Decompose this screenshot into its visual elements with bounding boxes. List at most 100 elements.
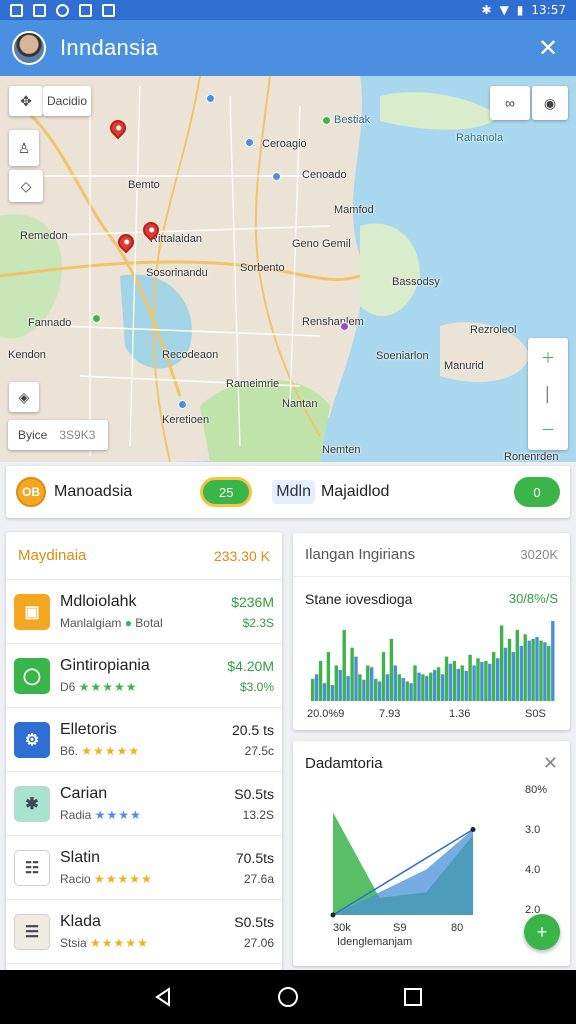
bar (472, 665, 476, 701)
list-item-meta: Manlalgiam ● Botal (60, 616, 202, 630)
map-label: Rameimrie (226, 378, 280, 390)
poi-icon[interactable] (178, 400, 187, 409)
right-toggle-switch[interactable]: 0 (514, 477, 560, 507)
list-item-values: 20.5 ts 27.5c (202, 722, 274, 758)
list-item-meta: Radia ★★★★ (60, 808, 202, 822)
zoom-out-icon[interactable]: － (541, 420, 555, 440)
y-tick-label: 4.0 (525, 864, 540, 876)
bar (397, 674, 401, 701)
binoculars-icon: ∞ (505, 95, 515, 111)
bar (322, 683, 327, 701)
list-item-value-secondary: $2.3S (242, 615, 274, 630)
app-bar: Inndansia ✕ (0, 20, 576, 76)
direction-button[interactable]: ◇ (9, 170, 43, 202)
bar-panel-value: 3020K (520, 547, 558, 562)
poi-icon[interactable] (272, 172, 281, 181)
bar (366, 665, 370, 701)
brand-logo: OB (16, 477, 46, 507)
sync-icon (56, 3, 69, 17)
poi-icon[interactable] (92, 314, 101, 323)
bar (488, 663, 492, 701)
list-item[interactable]: ◯ Gintiropiania D6 ★★★★★ $4.20M $3.0% (6, 644, 282, 708)
scale-chip: Byice 3S9K3 (8, 420, 108, 450)
map-view[interactable]: Bestiak Rahanola Ceroagio Cenoado Bemto … (0, 76, 576, 462)
bar (362, 679, 366, 701)
map-label: Sorbento (240, 262, 285, 274)
poi-icon[interactable] (322, 116, 331, 125)
person-button[interactable]: ♙ (9, 130, 39, 166)
list-item-sub: Racio (60, 872, 91, 886)
wifi-icon: ▼ (499, 3, 509, 17)
bar (492, 652, 496, 701)
x-tick-label: 1.36 (449, 708, 470, 720)
bar (484, 661, 488, 701)
bar (551, 621, 555, 701)
area-panel-title: Dadamtoria (305, 754, 383, 772)
avatar[interactable] (12, 31, 46, 65)
list-item[interactable]: ☰ Klada Stsia ★★★★★ S0.5ts 27.06 (6, 900, 282, 964)
area-chart-panel: Dadamtoria ✕ 30k S9 80 Idenglemanjam 80% 3.0 4… (293, 741, 570, 966)
close-icon[interactable]: ✕ (543, 753, 558, 774)
list-item[interactable]: ▣ Mdloiolahk Manlalgiam ● Botal $236M $2.3S (6, 580, 282, 644)
bar (421, 674, 425, 701)
bar (374, 678, 378, 701)
bar-chart-panel: Ilangan Ingirians 3020K Stane iovesdioga… (293, 533, 570, 730)
close-button[interactable]: ✕ (532, 34, 564, 63)
list-item-meta: B6. ★★★★★ (60, 744, 202, 758)
poi-icon[interactable] (340, 322, 349, 331)
bar (377, 681, 382, 701)
list-item[interactable]: ✱ Carian Radia ★★★★ S0.5ts 13.2S (6, 772, 282, 836)
bar (448, 663, 453, 701)
back-button[interactable] (143, 977, 183, 1017)
rating-stars: ★★★★★ (78, 680, 138, 694)
x-tick-label: S9 (393, 922, 406, 934)
zoom-controls[interactable]: ＋ │ － (528, 338, 568, 450)
recents-button[interactable] (393, 977, 433, 1017)
list-item-name: Elletoris (60, 721, 117, 738)
map-label: Cenoado (302, 169, 347, 181)
list-header: Maydinaia 233.30 K (6, 532, 282, 580)
bar (456, 669, 460, 701)
list-item-value: S0.5ts (234, 785, 274, 802)
bar (370, 667, 374, 701)
bar (381, 652, 386, 701)
map-label: Recodeaon (162, 349, 219, 361)
square-icon: ▣ (14, 593, 50, 630)
back-icon (154, 987, 170, 1007)
battery-icon: ▮ (516, 3, 524, 17)
list-item-name: Carian (60, 785, 108, 802)
left-toggle-switch[interactable]: 25 (200, 477, 253, 507)
list-item-name: Klada (60, 913, 101, 930)
compass-button[interactable]: ◈ (9, 382, 39, 412)
bar (476, 658, 480, 701)
map-search-chip[interactable]: Dacidio (43, 86, 91, 116)
home-button[interactable] (268, 977, 308, 1017)
zoom-slider-icon[interactable]: │ (544, 386, 553, 402)
list-item-text: Klada Stsia ★★★★★ (60, 913, 202, 950)
map-label: Soeniarlon (376, 350, 429, 362)
list-item-values: $4.20M $3.0% (202, 658, 274, 694)
poi-icon[interactable] (206, 94, 215, 103)
zoom-in-icon[interactable]: ＋ (541, 348, 555, 368)
locate-button[interactable]: ◉ (532, 86, 568, 120)
list-item-value-secondary: 27.5c (244, 743, 274, 758)
x-tick-label: 20.0%9 (307, 708, 344, 720)
clock: 13:57 (531, 3, 566, 17)
list-item-values: S0.5ts 13.2S (202, 786, 274, 822)
rating-stars: ★★★★★ (81, 744, 141, 758)
list-item-sub: Radia (60, 808, 92, 822)
rating-stars: ★★★★★ (90, 936, 149, 950)
list-item[interactable]: ☷ Slatin Racio ★★★★★ 70.5ts 27.6a (6, 836, 282, 900)
map-label: Sosorinandu (146, 267, 208, 279)
add-button[interactable]: + (524, 914, 560, 950)
binoculars-button[interactable]: ∞ (490, 86, 530, 120)
bar (389, 638, 394, 701)
pan-button[interactable]: ✥ (9, 86, 43, 116)
list-item-values: 70.5ts 27.6a (202, 850, 274, 886)
bar (358, 674, 362, 701)
bar-panel-title: Ilangan Ingirians (305, 546, 416, 563)
list-item[interactable]: ⚙ Elletoris B6. ★★★★★ 20.5 ts 27.5c (6, 708, 282, 772)
list-item-value-secondary: 27.6a (243, 871, 274, 886)
list-item-name: Gintiropiania (60, 657, 150, 674)
poi-icon[interactable] (245, 138, 254, 147)
